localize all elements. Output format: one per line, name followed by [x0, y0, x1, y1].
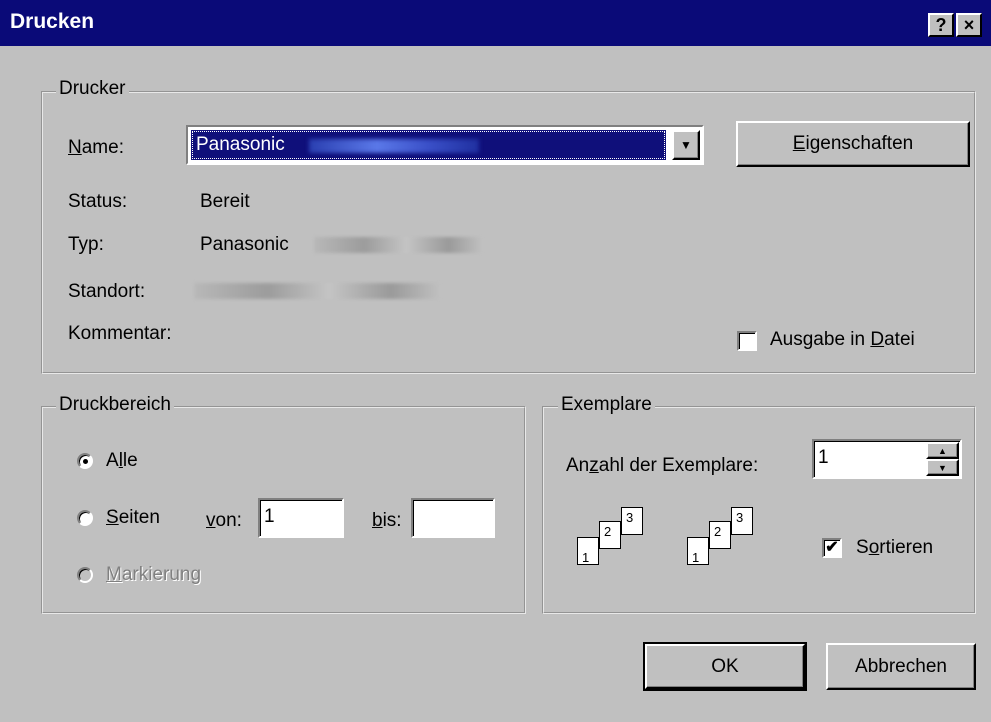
title-bar [0, 0, 991, 46]
range-group-label: Druckbereich [56, 394, 174, 416]
printer-name-select[interactable]: Panasonic ▼ [186, 125, 704, 165]
selection-label: Markierung [106, 564, 202, 585]
printer-name-value: Panasonic [196, 134, 285, 155]
printer-name-highlight: Panasonic [191, 130, 666, 160]
to-input[interactable] [411, 498, 495, 538]
radio-dot-icon [83, 459, 88, 464]
copies-group-label: Exemplare [558, 394, 655, 416]
all-radio[interactable] [77, 453, 93, 469]
type-label: Typ: [68, 234, 104, 255]
type-value: Panasonic [200, 234, 289, 255]
status-value: Bereit [200, 191, 250, 212]
redacted-name [309, 139, 479, 153]
print-to-file-checkbox[interactable] [737, 331, 757, 351]
comment-label: Kommentar: [68, 323, 172, 344]
status-label: Status: [68, 191, 128, 212]
help-button[interactable]: ? [928, 13, 954, 37]
collate-pages-icon-2: 3 2 1 [683, 505, 783, 575]
pages-radio[interactable] [77, 510, 93, 526]
all-label: Alle [106, 450, 138, 471]
window-title: Drucken [10, 10, 95, 33]
redacted-location [194, 283, 440, 299]
copies-count-label: Anzahl der Exemplare: [566, 455, 759, 476]
redacted-type [314, 237, 482, 253]
dropdown-arrow-icon[interactable]: ▼ [672, 130, 700, 160]
printer-group-label: Drucker [56, 78, 129, 100]
selection-radio[interactable] [77, 567, 93, 583]
spin-down-icon[interactable]: ▼ [926, 459, 959, 476]
location-label: Standort: [68, 281, 146, 302]
pages-label: Seiten [106, 507, 160, 528]
spin-up-icon[interactable]: ▲ [926, 442, 959, 459]
collate-checkbox[interactable]: ✔ [822, 538, 842, 558]
collate-pages-icon-1: 3 2 1 [573, 505, 673, 575]
print-to-file-label: Ausgabe in Datei [770, 329, 915, 350]
name-label: Name: [68, 137, 124, 158]
to-label: bis: [372, 510, 402, 531]
from-input[interactable]: 1 [258, 498, 344, 538]
properties-button[interactable]: Eigenschaften [736, 121, 970, 167]
ok-button[interactable]: OK [643, 642, 807, 691]
close-button[interactable]: × [956, 13, 982, 37]
checkmark-icon: ✔ [825, 539, 839, 556]
from-label: von: [206, 510, 242, 531]
cancel-button[interactable]: Abbrechen [826, 643, 976, 690]
collate-label: Sortieren [856, 537, 934, 558]
